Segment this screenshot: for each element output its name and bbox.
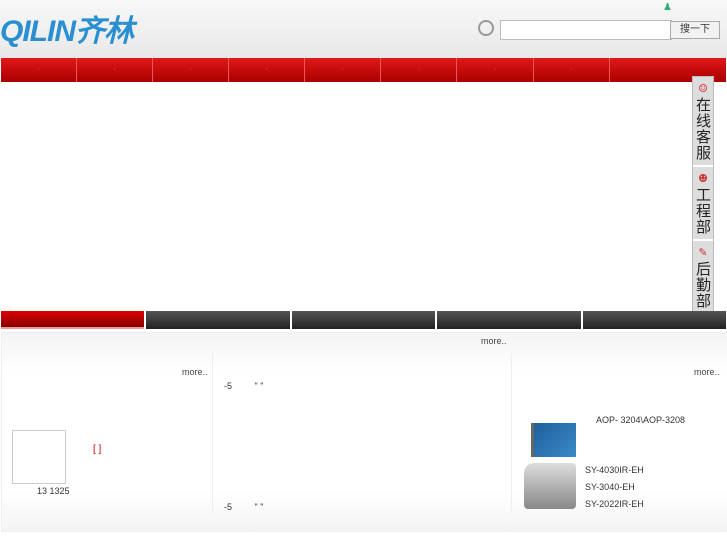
header: QILIN齐林 ♟ 搜一下 [0, 0, 727, 58]
tab-3[interactable] [291, 311, 436, 329]
service-label: 在线客服 [696, 96, 712, 162]
service-sidebar: ☺ 在线客服 ☻ 工程部 ✎ 后勤部 [692, 76, 714, 316]
content-panel: more.. more.. [ ] 13 1325 -5 " " -5 " " … [1, 332, 727, 532]
camera-image[interactable] [524, 463, 576, 509]
nav-item[interactable]: · [153, 58, 230, 82]
bracket-link[interactable]: [ ] [93, 444, 101, 455]
user-icon[interactable]: ♟ [663, 2, 672, 13]
service-customer[interactable]: ☺ 在线客服 [693, 77, 713, 167]
nav-item[interactable]: · [381, 58, 458, 82]
news-text: -5 [224, 381, 233, 391]
logo-cn: 齐林 [75, 15, 134, 48]
news-item[interactable]: -5 " " [224, 381, 263, 391]
more-link[interactable]: more.. [694, 367, 720, 377]
service-logistics[interactable]: ✎ 后勤部 [693, 241, 713, 315]
product-link[interactable]: AOP- 3204\AOP-3208 [596, 415, 685, 425]
service-label: 后勤部 [696, 260, 712, 310]
service-label: 工程部 [696, 186, 712, 236]
more-link[interactable]: more.. [182, 367, 208, 377]
main-nav: · · · · · · · · [1, 58, 726, 82]
nav-item[interactable]: · [1, 58, 78, 82]
search-icon [478, 20, 494, 36]
tab-4[interactable] [437, 311, 581, 329]
logo[interactable]: QILIN齐林 [0, 6, 134, 50]
product-link[interactable]: SY-2022IR-EH [585, 499, 644, 509]
product-link[interactable]: SY-4030IR-EH [585, 465, 644, 475]
more-link[interactable]: more.. [481, 336, 507, 346]
engineer-icon: ☻ [698, 172, 708, 185]
news-item[interactable]: -5 " " [224, 502, 263, 512]
nav-item[interactable]: · [77, 58, 154, 82]
customer-service-icon: ☺ [698, 82, 708, 95]
tab-2[interactable] [146, 311, 290, 329]
nav-item[interactable]: · [457, 58, 534, 82]
news-text: -5 [224, 502, 233, 512]
service-engineering[interactable]: ☻ 工程部 [693, 167, 713, 241]
tab-5[interactable] [582, 311, 727, 329]
news-text: " " [254, 381, 264, 391]
search-button[interactable]: 搜一下 [670, 21, 720, 39]
thumbnail[interactable] [12, 430, 66, 484]
news-text: " " [254, 502, 264, 512]
divider [511, 353, 512, 513]
nav-item[interactable]: · [533, 58, 610, 82]
tab-1[interactable] [1, 311, 145, 329]
content-tabs [1, 311, 727, 329]
nav-item[interactable]: · [305, 58, 382, 82]
divider [212, 353, 213, 513]
pencil-icon: ✎ [698, 246, 708, 259]
search-input[interactable] [500, 20, 672, 40]
logo-latin: QILIN [0, 15, 76, 48]
capture-card-image[interactable] [531, 423, 576, 457]
product-link[interactable]: SY-3040-EH [585, 482, 635, 492]
phone-text: 13 1325 [37, 486, 70, 496]
nav-item[interactable]: · [229, 58, 306, 82]
